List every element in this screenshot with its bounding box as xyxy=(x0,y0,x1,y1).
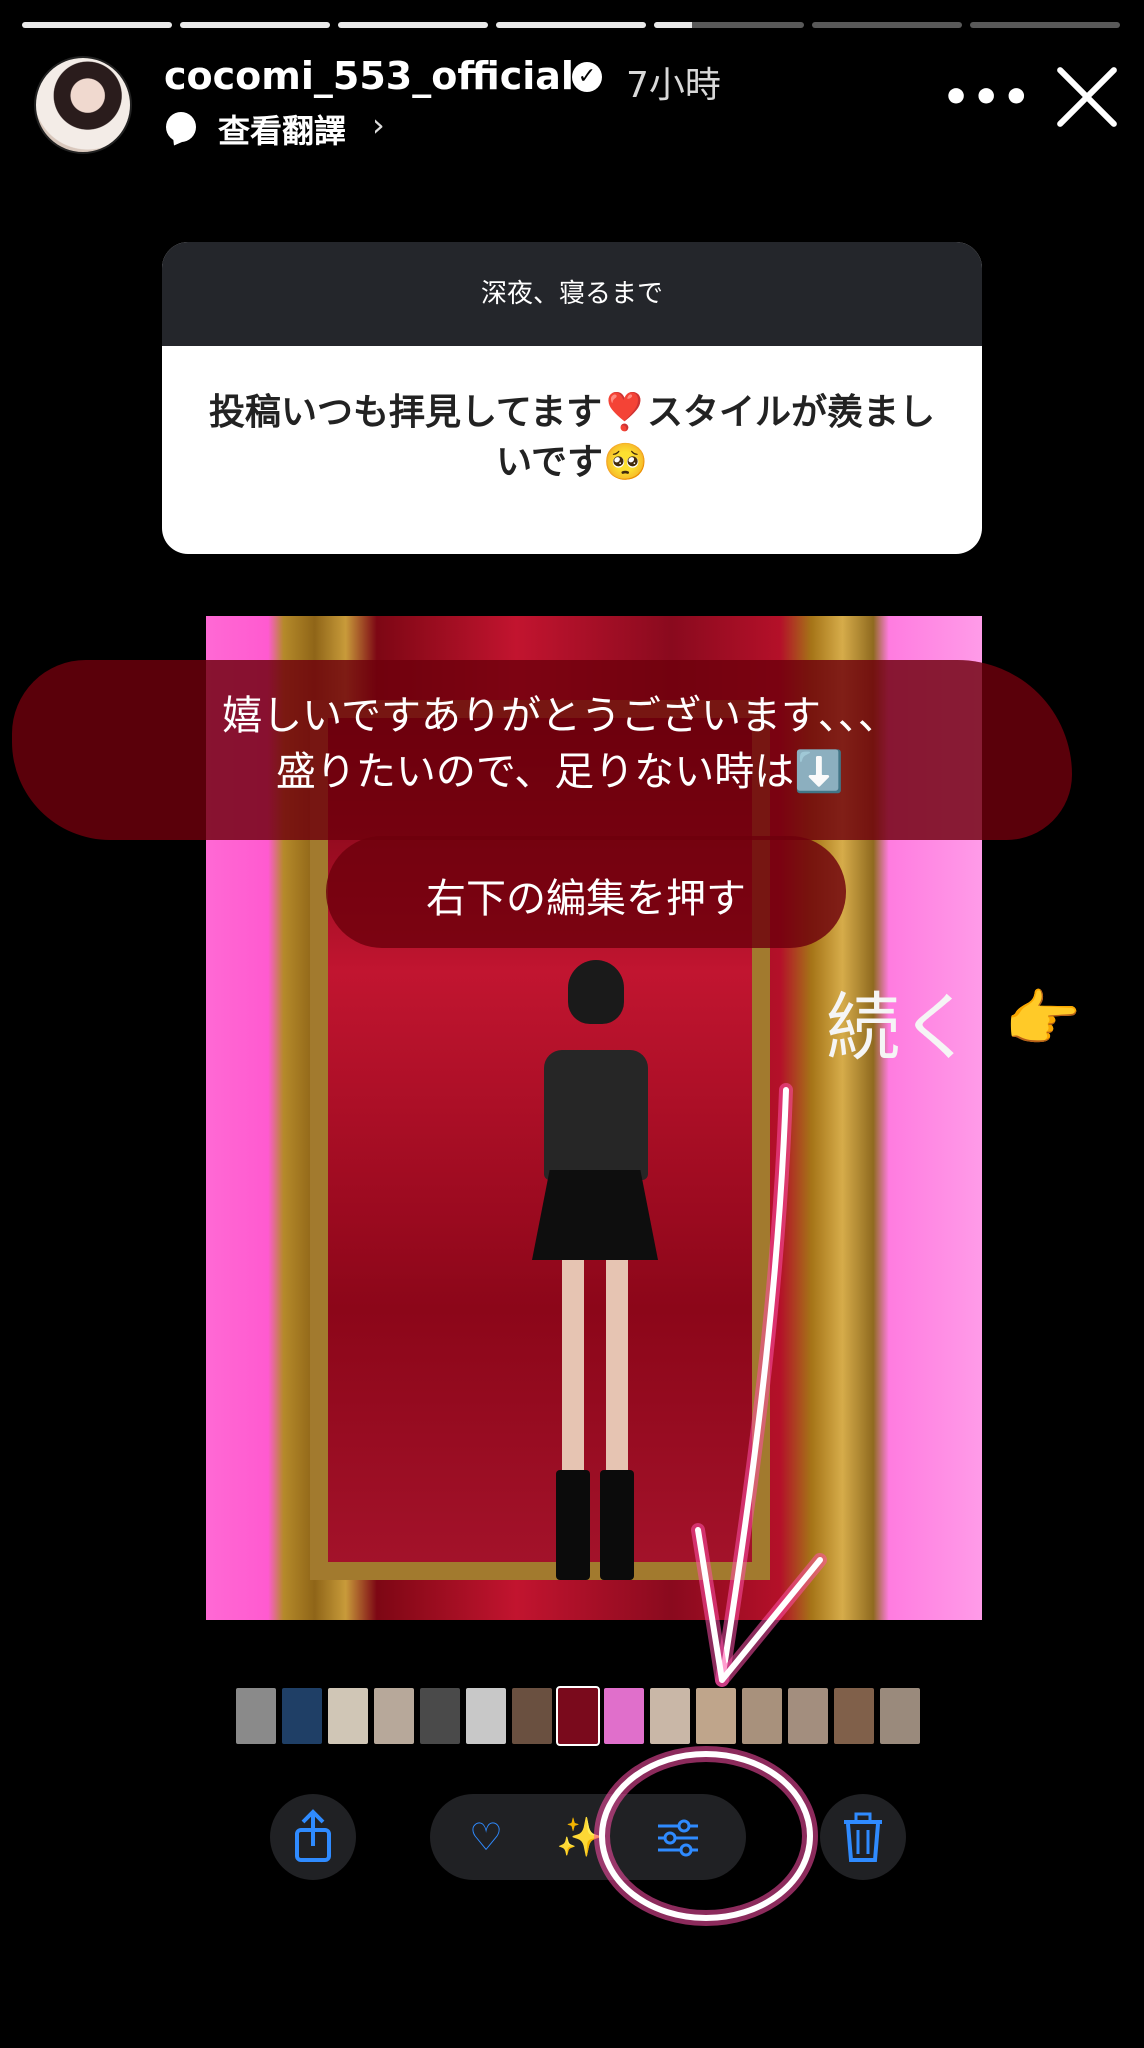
caption-line: 右下の編集を押す xyxy=(426,876,746,922)
trash-icon xyxy=(844,1812,882,1862)
caption-line: 嬉しいですありがとうございます、、、 xyxy=(222,693,898,739)
drawn-arrow xyxy=(691,1083,827,1687)
speech-bubble-icon xyxy=(166,112,196,142)
more-options-button[interactable]: ••• xyxy=(942,72,1032,123)
filmstrip-thumb[interactable] xyxy=(374,1688,414,1744)
caption-line: 盛りたいので、足りない時は⬇️ xyxy=(275,749,845,795)
username[interactable]: cocomi_553_official xyxy=(164,54,574,98)
filmstrip-thumb[interactable] xyxy=(512,1688,552,1744)
filmstrip-thumb[interactable] xyxy=(236,1688,276,1744)
progress-segment xyxy=(338,22,488,28)
share-icon xyxy=(295,1809,331,1862)
progress-segment xyxy=(180,22,330,28)
post-time: 7小時 xyxy=(626,65,721,106)
chevron-right-icon: › xyxy=(372,106,385,144)
continue-text: 続く xyxy=(826,985,974,1071)
progress-segment xyxy=(22,22,172,28)
filmstrip-thumb[interactable] xyxy=(466,1688,506,1744)
filmstrip-thumb[interactable] xyxy=(282,1688,322,1744)
close-icon[interactable] xyxy=(1052,62,1122,132)
caption-text: 嬉しいですありがとうございます、、、 盛りたいので、足りない時は⬇️ xyxy=(80,688,1040,800)
translate-link[interactable]: 查看翻譯 xyxy=(218,106,346,152)
delete-button[interactable] xyxy=(820,1794,906,1880)
progress-segment-current xyxy=(654,22,804,28)
filmstrip-thumb[interactable] xyxy=(880,1688,920,1744)
heart-icon[interactable]: ♡ xyxy=(456,1794,516,1880)
avatar[interactable] xyxy=(34,56,132,154)
question-header: 深夜、寝るまで xyxy=(162,242,982,346)
question-text: 投稿いつも拝見してます❣️スタイルが羨ましいです🥺 xyxy=(209,392,935,483)
story-progress xyxy=(22,22,1120,28)
person-figure xyxy=(520,960,670,1600)
verified-badge-icon: ✓ xyxy=(572,62,602,92)
filmstrip-thumb[interactable] xyxy=(420,1688,460,1744)
question-sticker: 深夜、寝るまで 投稿いつも拝見してます❣️スタイルが羨ましいです🥺 xyxy=(162,242,982,554)
drawn-circle xyxy=(594,1746,818,1926)
progress-segment xyxy=(812,22,962,28)
share-button[interactable] xyxy=(270,1794,356,1880)
progress-segment xyxy=(970,22,1120,28)
pointing-hand-icon: 👉 xyxy=(1004,982,1082,1055)
progress-segment xyxy=(496,22,646,28)
filmstrip-thumb[interactable] xyxy=(328,1688,368,1744)
